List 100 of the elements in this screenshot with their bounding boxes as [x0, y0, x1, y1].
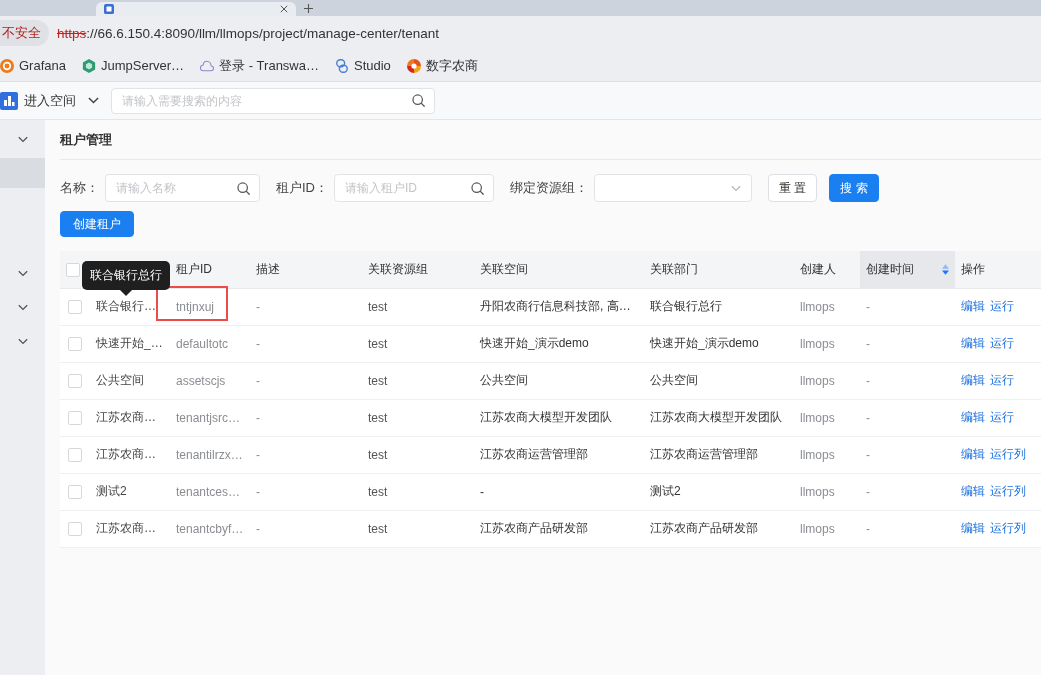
browser-tab[interactable]: [96, 2, 296, 16]
creator: llmops: [800, 299, 835, 314]
resource-group: test: [368, 410, 388, 425]
address-field[interactable]: https://66.6.150.4:8090/llm/llmops/project/manage-center/tenant: [57, 25, 439, 41]
description: -: [256, 410, 260, 425]
description: -: [256, 447, 260, 462]
created-time: -: [866, 484, 870, 499]
row-checkbox[interactable]: [68, 484, 82, 499]
action-link[interactable]: 运行列: [990, 484, 1026, 498]
bookmark[interactable]: 登录 - Transwa…: [200, 56, 319, 75]
chain-icon: [335, 58, 349, 73]
action-link[interactable]: 编辑: [961, 484, 985, 498]
created-time: -: [866, 299, 870, 314]
tenant-id: tenantjsrc…: [176, 410, 241, 425]
tenant-name: 测试2: [96, 484, 127, 498]
chevron-down-icon[interactable]: [17, 303, 28, 311]
select-all-checkbox[interactable]: [66, 262, 80, 277]
tenant-name: 江苏农商…: [96, 447, 156, 461]
description: -: [256, 373, 260, 388]
action-link[interactable]: 运行: [990, 336, 1014, 350]
create-tenant-button[interactable]: 创建租户: [60, 211, 134, 237]
resource-group: test: [368, 521, 388, 536]
action-link[interactable]: 运行: [990, 299, 1014, 313]
created-time: -: [866, 447, 870, 462]
linked-department: 快速开始_演示demo: [650, 336, 759, 350]
creator: llmops: [800, 447, 835, 462]
creator: llmops: [800, 410, 835, 425]
action-link[interactable]: 运行: [990, 373, 1014, 387]
space-selector[interactable]: 进入空间: [24, 91, 105, 110]
tenant-id: tenantilrzx…: [176, 447, 243, 462]
linked-department: 联合银行总行: [650, 299, 722, 313]
page-icon: [104, 4, 114, 14]
tenant-name: 江苏农商…: [96, 410, 156, 424]
action-link[interactable]: 编辑: [961, 336, 985, 350]
action-link[interactable]: 编辑: [961, 410, 985, 424]
tenant-id: tntjnxuj: [176, 299, 215, 314]
tenant-name: 公共空间: [96, 373, 144, 387]
filter-label: 租户ID：: [276, 179, 328, 197]
action-link[interactable]: 编辑: [961, 521, 985, 535]
chevron-down-icon: [88, 97, 99, 104]
linked-department: 江苏农商运营管理部: [650, 447, 758, 461]
bookmark[interactable]: 数字农商: [406, 56, 478, 75]
bookmark[interactable]: Studio: [335, 58, 391, 73]
row-checkbox[interactable]: [68, 410, 82, 425]
resource-group: test: [368, 484, 388, 499]
linked-space: 江苏农商运营管理部: [480, 447, 588, 461]
row-checkbox[interactable]: [68, 336, 82, 351]
action-link[interactable]: 编辑: [961, 299, 985, 313]
linked-department: 测试2: [650, 484, 681, 498]
row-checkbox[interactable]: [68, 373, 82, 388]
linked-space: -: [480, 484, 484, 499]
chevron-down-icon[interactable]: [17, 135, 28, 143]
column-header: 描述: [256, 261, 280, 276]
linked-department: 公共空间: [650, 373, 698, 387]
resource-group: test: [368, 299, 388, 314]
filter-input[interactable]: 请输入名称: [105, 174, 260, 202]
action-link[interactable]: 运行列: [990, 521, 1026, 535]
chart-logo-icon[interactable]: [0, 91, 18, 110]
created-time: -: [866, 410, 870, 425]
chevron-down-icon[interactable]: [17, 337, 28, 345]
tooltip: 联合银行总行: [82, 261, 170, 296]
row-checkbox[interactable]: [68, 521, 82, 536]
description: -: [256, 336, 260, 351]
action-link[interactable]: 编辑: [961, 447, 985, 461]
tenant-id: tenantcbyf…: [176, 521, 244, 536]
description: -: [256, 521, 260, 536]
column-header: 关联部门: [650, 261, 698, 276]
search-field[interactable]: 请输入需要搜索的内容: [111, 87, 435, 114]
column-header: 创建人: [800, 261, 836, 276]
chevron-down-icon: [731, 184, 741, 192]
resource-group: test: [368, 447, 388, 462]
row-checkbox[interactable]: [68, 299, 82, 314]
close-icon[interactable]: [280, 5, 288, 13]
tenant-id: defaultotc: [176, 336, 229, 351]
chevron-down-icon[interactable]: [17, 269, 28, 277]
bookmark[interactable]: JumpServer…: [82, 58, 185, 73]
description: -: [256, 299, 260, 314]
reset-button[interactable]: 重 置: [768, 174, 818, 202]
bookmark[interactable]: Grafana: [0, 58, 66, 73]
linked-space: 江苏农商大模型开发团队: [480, 410, 612, 424]
tenant-id: assetscjs: [176, 373, 226, 388]
creator: llmops: [800, 373, 835, 388]
tenant-name: 联合银行…: [96, 299, 156, 313]
search-button[interactable]: 搜 索: [829, 174, 879, 202]
creator: llmops: [800, 484, 835, 499]
search-icon[interactable]: [471, 181, 484, 195]
action-link[interactable]: 编辑: [961, 373, 985, 387]
plus-icon[interactable]: [304, 4, 313, 13]
row-checkbox[interactable]: [68, 447, 82, 462]
search-icon[interactable]: [412, 94, 425, 107]
action-link[interactable]: 运行: [990, 410, 1014, 424]
security-indicator[interactable]: 不安全: [0, 20, 49, 46]
sort-icon[interactable]: [942, 263, 949, 275]
hexagon-icon: [82, 58, 96, 73]
filter-label: 名称：: [60, 179, 99, 197]
column-header[interactable]: 创建时间: [860, 251, 955, 288]
tenant-name: 江苏农商…: [96, 521, 156, 535]
filter-input[interactable]: 请输入租户ID: [334, 174, 494, 202]
search-icon[interactable]: [237, 181, 250, 195]
action-link[interactable]: 运行列: [990, 447, 1026, 461]
